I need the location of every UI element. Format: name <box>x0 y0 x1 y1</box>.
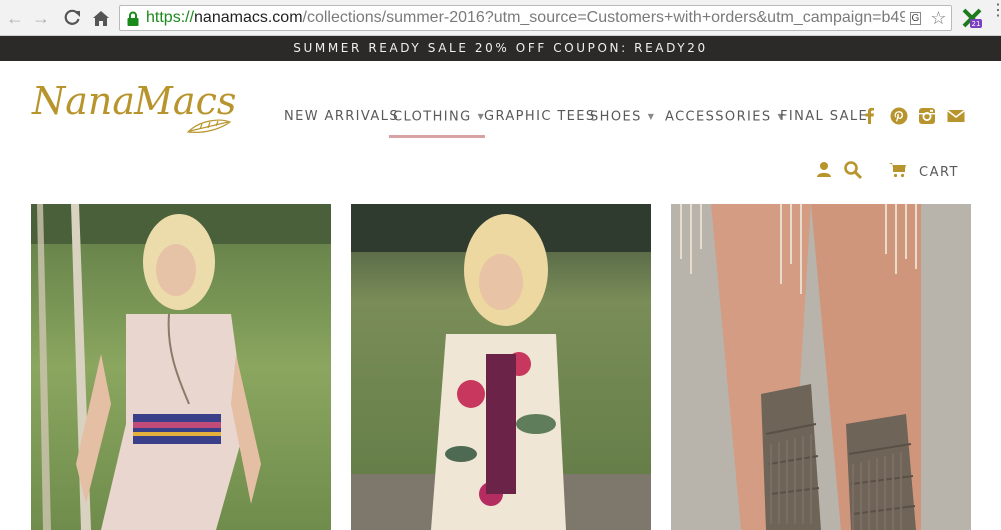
home-icon[interactable] <box>90 7 112 29</box>
url-text: https://nanamacs.com/collections/summer-… <box>146 8 908 28</box>
nav-clothing[interactable]: CLOTHING ▼ <box>389 102 486 138</box>
svg-text:Macs: Macs <box>133 79 236 123</box>
back-arrow-icon[interactable]: ← <box>4 7 26 29</box>
product-image <box>351 204 651 530</box>
mail-icon[interactable] <box>946 106 966 126</box>
cart-label[interactable]: CART <box>919 162 959 184</box>
nav-label: SHOES <box>590 109 642 125</box>
facebook-icon[interactable] <box>860 106 880 126</box>
nav-label: GRAPHIC TEES <box>484 109 596 124</box>
nav-label: CLOTHING <box>393 109 472 125</box>
search-icon[interactable] <box>843 160 863 186</box>
translate-icon[interactable]: G <box>909 11 922 25</box>
product-tile[interactable] <box>351 204 651 530</box>
announcement-bar: SUMMER READY SALE 20% OFF COUPON: READY2… <box>0 36 1001 61</box>
account-icon[interactable] <box>815 160 833 186</box>
chevron-down-icon: ▼ <box>647 112 656 121</box>
svg-text:Nana: Nana <box>31 79 135 123</box>
lock-icon <box>126 11 140 30</box>
nav-label: ACCESSORIES <box>665 109 772 125</box>
nav-label: FINAL SALE <box>780 109 869 124</box>
forward-arrow-icon[interactable]: → <box>30 7 52 29</box>
nav-accessories[interactable]: ACCESSORIES ▼ <box>665 102 785 132</box>
nav-graphic-tees[interactable]: GRAPHIC TEES <box>484 102 596 132</box>
product-image <box>31 204 331 530</box>
url-host: nanamacs.com <box>194 9 303 26</box>
instagram-icon[interactable] <box>917 106 937 126</box>
pinterest-icon[interactable] <box>889 106 909 126</box>
product-tile[interactable] <box>31 204 331 530</box>
extension-icon[interactable]: 21 <box>961 7 983 29</box>
omnibox-actions: G ☆ <box>905 6 951 30</box>
product-image <box>671 204 971 530</box>
active-underline <box>389 135 486 138</box>
url-scheme: https:// <box>146 9 195 26</box>
browser-menu-icon[interactable]: ⋮ <box>990 3 1001 19</box>
product-tile[interactable] <box>671 204 971 530</box>
browser-toolbar: ← → https://nanamacs.com/collections/sum… <box>0 0 1001 36</box>
url-path: /collections/summer-2016?utm_source=Cust… <box>302 9 909 26</box>
brand-logo[interactable]: Nana Macs <box>30 74 252 140</box>
reload-icon[interactable] <box>61 7 83 29</box>
nav-label: NEW ARRIVALS <box>284 109 399 124</box>
nav-new-arrivals[interactable]: NEW ARRIVALS <box>284 102 399 132</box>
cart-icon[interactable] <box>888 160 908 186</box>
bookmark-star-icon[interactable]: ☆ <box>930 8 946 29</box>
address-bar[interactable]: https://nanamacs.com/collections/summer-… <box>119 5 952 31</box>
nav-shoes[interactable]: SHOES ▼ <box>590 102 655 132</box>
svg-text:21: 21 <box>972 20 981 28</box>
nav-final-sale[interactable]: FINAL SALE <box>780 102 868 132</box>
